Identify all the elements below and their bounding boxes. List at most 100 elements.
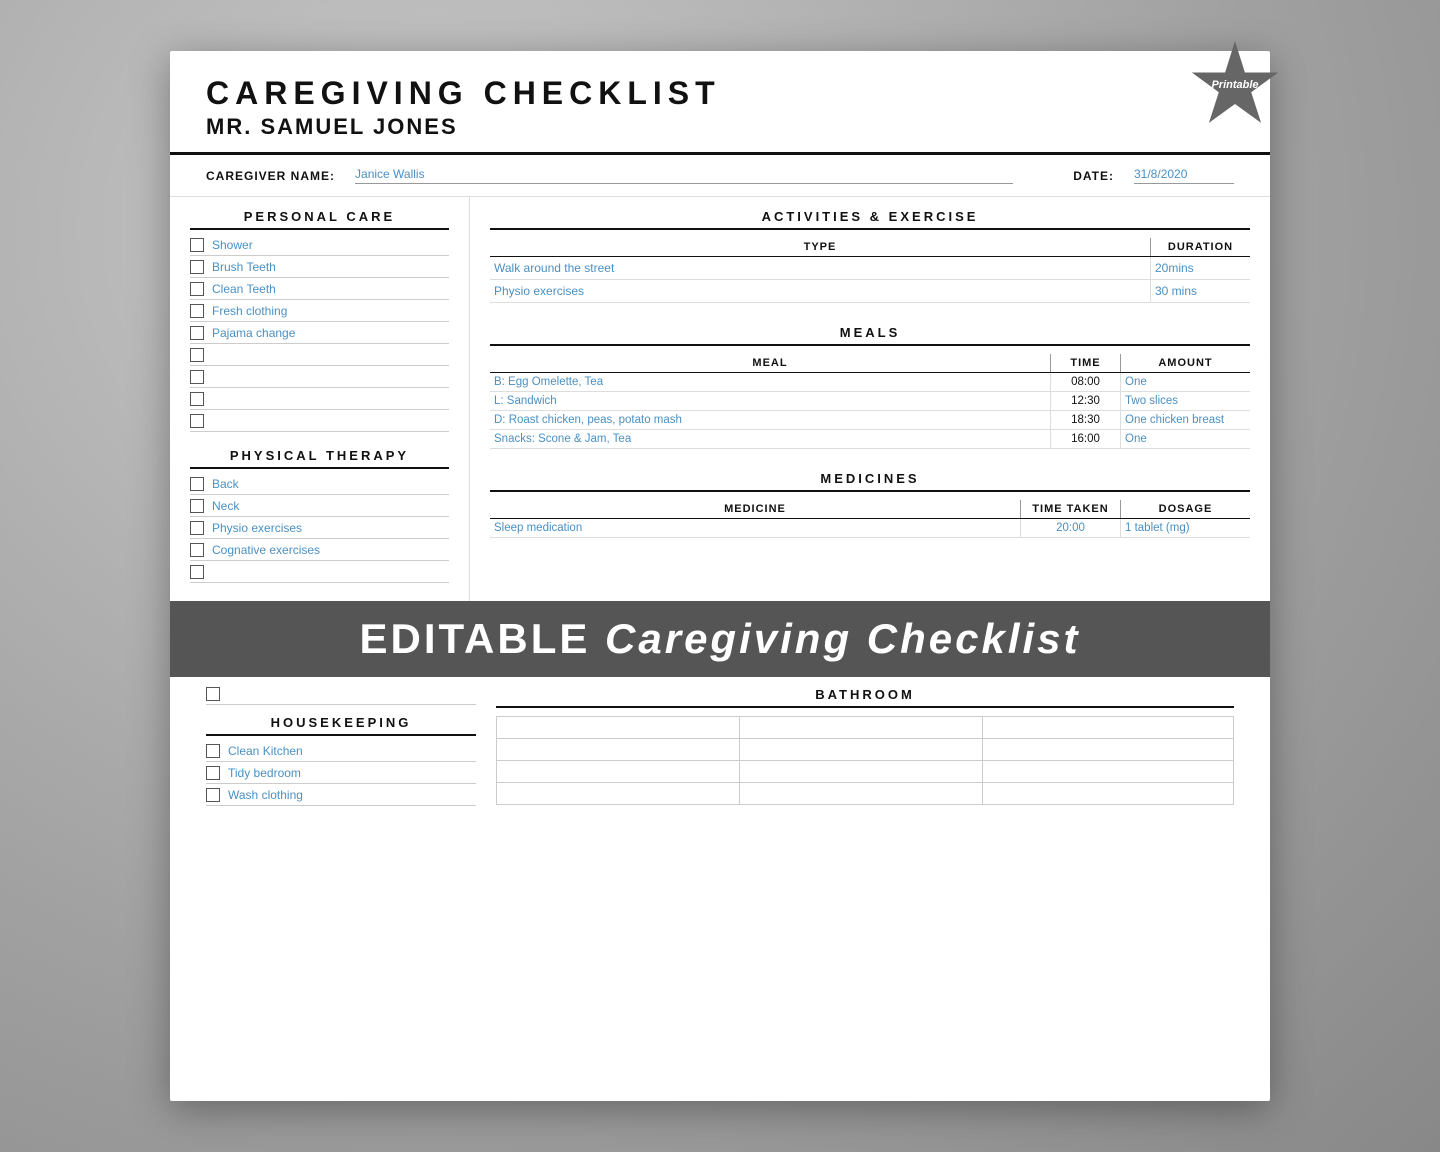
meal-time: 16:00 — [1050, 430, 1120, 448]
meal-time: 18:30 — [1050, 411, 1120, 429]
caregiver-row: CAREGIVER NAME: Janice Wallis DATE: 31/8… — [170, 155, 1270, 197]
meal-name: Snacks: Scone & Jam, Tea — [490, 430, 1050, 448]
meal-row: B: Egg Omelette, Tea08:00One — [490, 373, 1250, 392]
checklist-label: _ — [212, 565, 219, 579]
bathroom-cell — [497, 783, 740, 805]
checklist-label: Neck — [212, 499, 239, 513]
personal-care-item: Fresh clothing — [190, 304, 449, 322]
medicines-title: MEDICINES — [490, 471, 1250, 492]
checkbox[interactable] — [190, 282, 204, 296]
banner-editable: EDITABLE — [359, 615, 590, 662]
checkbox[interactable] — [190, 477, 204, 491]
bathroom-cell — [983, 761, 1234, 783]
personal-care-title: PERSONAL CARE — [190, 209, 449, 230]
personal-care-item: _ — [190, 348, 449, 366]
personal-care-item: _ — [190, 370, 449, 388]
banner-rest: Caregiving Checklist — [590, 615, 1080, 662]
physical-therapy-title: PHYSICAL THERAPY — [190, 448, 449, 469]
medicine-time: 20:00 — [1020, 519, 1120, 537]
checkbox[interactable] — [190, 521, 204, 535]
meal-name: L: Sandwich — [490, 392, 1050, 410]
checkbox[interactable] — [190, 414, 204, 428]
meal-name: D: Roast chicken, peas, potato mash — [490, 411, 1050, 429]
bathroom-row — [497, 761, 1234, 783]
bathroom-title: BATHROOM — [496, 687, 1234, 708]
checkbox[interactable] — [190, 348, 204, 362]
checkbox[interactable] — [190, 238, 204, 252]
checklist-label: _ — [212, 392, 219, 406]
housekeeping-item: Tidy bedroom — [206, 766, 476, 784]
checklist-label: _ — [212, 370, 219, 384]
checklist-label: _ — [212, 414, 219, 428]
physical-therapy-list: Back Neck Physio exercises Cognative exerci… — [190, 477, 449, 583]
checklist-label: Clean Teeth — [212, 282, 276, 296]
checklist-label: Wash clothing — [228, 788, 303, 802]
meals-section: MEALS MEAL TIME AMOUNT B: Egg Omelette, … — [490, 325, 1250, 457]
housekeeping-item: Clean Kitchen — [206, 744, 476, 762]
checklist-label: Clean Kitchen — [228, 744, 303, 758]
checkbox[interactable] — [206, 766, 220, 780]
bathroom-row — [497, 717, 1234, 739]
personal-care-item: Brush Teeth — [190, 260, 449, 278]
checklist-label: Brush Teeth — [212, 260, 276, 274]
bottom-right: BATHROOM — [496, 687, 1234, 1091]
personal-care-item: _ — [190, 392, 449, 410]
checkbox[interactable] — [190, 304, 204, 318]
bathroom-row — [497, 783, 1234, 805]
meal-time: 12:30 — [1050, 392, 1120, 410]
checkbox[interactable] — [206, 687, 220, 701]
checklist-label: Pajama change — [212, 326, 295, 340]
meal-rows: B: Egg Omelette, Tea08:00OneL: Sandwich1… — [490, 373, 1250, 449]
right-column: ACTIVITIES & EXERCISE TYPE DURATION Walk… — [470, 197, 1270, 601]
personal-care-item: Pajama change — [190, 326, 449, 344]
col-medicine: MEDICINE — [490, 500, 1020, 518]
date-value: 31/8/2020 — [1134, 167, 1234, 184]
medicines-header: MEDICINE TIME TAKEN DOSAGE — [490, 500, 1250, 519]
checklist-label: Tidy bedroom — [228, 766, 301, 780]
col-duration: DURATION — [1150, 238, 1250, 256]
col-time: TIME — [1050, 354, 1120, 372]
checkbox[interactable] — [190, 499, 204, 513]
blank-checklist-1: _ — [206, 687, 476, 705]
checkbox[interactable] — [190, 326, 204, 340]
meal-amount: One — [1120, 430, 1250, 448]
physical-therapy-item: _ — [190, 565, 449, 583]
bathroom-cell — [740, 783, 983, 805]
physical-therapy-item: Back — [190, 477, 449, 495]
col-type: TYPE — [490, 238, 1150, 256]
meal-name: B: Egg Omelette, Tea — [490, 373, 1050, 391]
checkbox[interactable] — [190, 392, 204, 406]
meal-amount: One — [1120, 373, 1250, 391]
checkbox[interactable] — [206, 788, 220, 802]
medicine-row: Sleep medication20:001 tablet (mg) — [490, 519, 1250, 538]
activity-duration: 20mins — [1150, 257, 1250, 279]
editable-banner: EDITABLE Caregiving Checklist — [170, 601, 1270, 677]
meal-row: L: Sandwich12:30Two slices — [490, 392, 1250, 411]
physical-therapy-item: Neck — [190, 499, 449, 517]
bathroom-cell — [983, 783, 1234, 805]
col-dosage: DOSAGE — [1120, 500, 1250, 518]
checkbox[interactable] — [190, 543, 204, 557]
physical-therapy-item: Cognative exercises — [190, 543, 449, 561]
checkbox[interactable] — [190, 370, 204, 384]
checkbox[interactable] — [190, 565, 204, 579]
bathroom-cell — [740, 761, 983, 783]
activities-header: TYPE DURATION — [490, 238, 1250, 257]
caregiver-label: CAREGIVER NAME: — [206, 169, 335, 183]
checklist-label: Physio exercises — [212, 521, 302, 535]
checkbox[interactable] — [190, 260, 204, 274]
bathroom-cell — [497, 739, 740, 761]
checklist-label: _ — [212, 348, 219, 362]
col-timetaken: TIME TAKEN — [1020, 500, 1120, 518]
col-amount: AMOUNT — [1120, 354, 1250, 372]
personal-care-item: Shower — [190, 238, 449, 256]
checkbox[interactable] — [206, 744, 220, 758]
page-wrapper: Printable CAREGIVING CHECKLIST MR. SAMUE… — [170, 51, 1270, 1101]
medicine-name: Sleep medication — [490, 519, 1020, 537]
bathroom-cell — [740, 717, 983, 739]
checklist-label: Cognative exercises — [212, 543, 320, 557]
date-label: DATE: — [1073, 169, 1114, 183]
personal-care-list: Shower Brush Teeth Clean Teeth Fresh clothi… — [190, 238, 449, 432]
col-meal: MEAL — [490, 354, 1050, 372]
meals-header: MEAL TIME AMOUNT — [490, 354, 1250, 373]
